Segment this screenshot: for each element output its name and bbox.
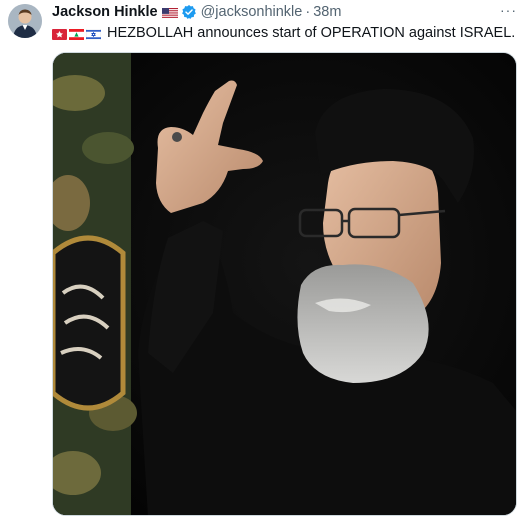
tweet-body: HEZBOLLAH announces start of OPERATION a…: [52, 24, 515, 42]
verified-badge-icon: [181, 4, 197, 20]
separator-dot: ·: [305, 4, 311, 20]
israel-flag-icon: [85, 28, 102, 40]
more-options-icon[interactable]: ···: [500, 2, 517, 18]
tweet-text: HEZBOLLAH announces start of OPERATION a…: [107, 25, 516, 41]
tweet-photo[interactable]: [52, 52, 517, 516]
flag-emoji-1-icon: [52, 28, 67, 40]
author-name[interactable]: Jackson Hinkle: [52, 4, 158, 20]
tweet-header: Jackson Hinkle @jacksonhinkle · 38m: [52, 3, 341, 21]
tweet[interactable]: Jackson Hinkle @jacksonhinkle · 38m ···: [0, 0, 529, 518]
us-flag-icon: [161, 7, 178, 19]
author-handle[interactable]: @jacksonhinkle: [201, 4, 303, 20]
lebanon-flag-icon: [69, 28, 84, 40]
timestamp[interactable]: 38m: [313, 4, 341, 20]
background-banner: [53, 53, 137, 515]
avatar[interactable]: [8, 4, 42, 38]
